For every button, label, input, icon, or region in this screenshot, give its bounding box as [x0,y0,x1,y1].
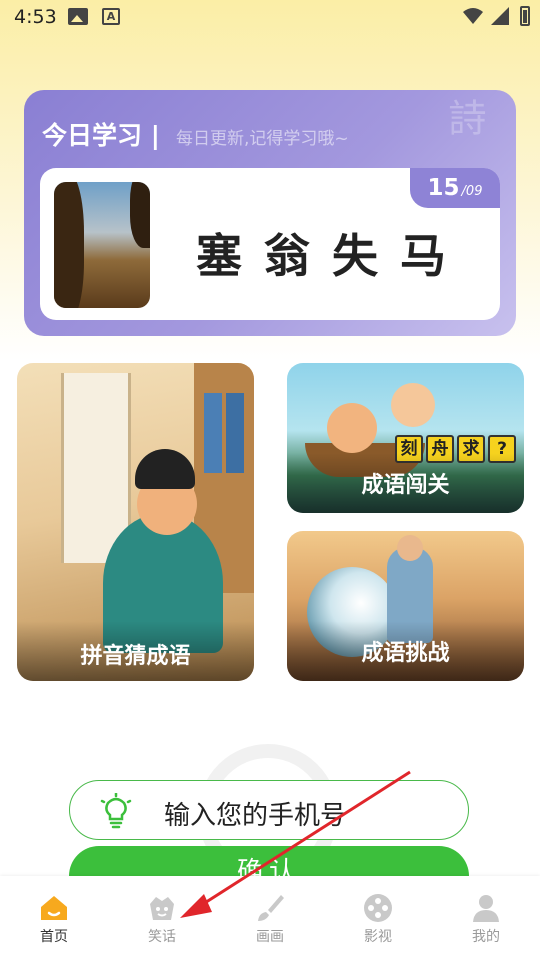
nav-home-label: 首页 [40,929,68,945]
home-icon [41,896,67,920]
pinyin-guess-idiom-label: 拼音猜成语 [17,621,254,681]
boy-illustration [327,403,377,453]
daily-study-subtitle: 每日更新,记得学习哦~ [176,129,349,149]
signal-icon [491,7,509,25]
idiom-challenge-card[interactable]: 成语挑战 [287,531,524,681]
nav-video[interactable]: 影视 [324,876,432,960]
app-notification-icon: A [102,8,120,25]
battery-icon [520,6,530,26]
old-man-illustration [391,383,435,427]
nav-mine[interactable]: 我的 [432,876,540,960]
film-icon [364,894,392,922]
login-area: 输入您的手机号 确认 [0,700,540,908]
daily-idiom-panel[interactable]: 塞翁失马 15/09 [40,168,500,320]
date-month: /09 [461,184,483,199]
idiom-thumbnail [54,182,150,308]
phone-number-placeholder: 输入您的手机号 [164,801,347,831]
nav-draw-label: 画画 [256,929,284,945]
lightbulb-icon [100,793,132,829]
nav-mine-label: 我的 [472,929,500,945]
nav-home[interactable]: 首页 [0,876,108,960]
status-bar: 4:53 A [0,0,540,36]
photo-notification-icon [68,8,88,25]
nav-jokes[interactable]: 笑话 [108,876,216,960]
daily-study-title: 今日学习 | [42,121,160,150]
daily-idiom-text: 塞翁失马 [196,229,468,283]
nav-video-label: 影视 [364,929,392,945]
daily-study-card[interactable]: 詩 今日学习 | 每日更新,记得学习哦~ 塞翁失马 15/09 [24,90,516,336]
scholar-hat-illustration [135,449,195,489]
idiom-challenge-label: 成语挑战 [287,621,524,681]
pinyin-guess-idiom-card[interactable]: 拼音猜成语 [17,363,254,681]
phone-number-input[interactable]: 输入您的手机号 [69,780,469,840]
nav-jokes-label: 笑话 [148,929,176,945]
user-icon [473,895,499,922]
wifi-icon [463,8,483,24]
brush-icon [258,895,284,921]
joke-icon [150,897,174,920]
nav-draw[interactable]: 画画 [216,876,324,960]
date-day: 15 [427,175,460,201]
date-badge: 15/09 [410,168,500,208]
bottom-navigation: 首页 笑话 画画 影视 我的 [0,876,540,960]
calligraphy-decoration: 詩 [442,98,486,136]
idiom-level-label: 成语闯关 [287,453,524,513]
idiom-level-card[interactable]: 刻 舟 求 ? 成语闯关 [287,363,524,513]
status-time: 4:53 [14,6,57,28]
